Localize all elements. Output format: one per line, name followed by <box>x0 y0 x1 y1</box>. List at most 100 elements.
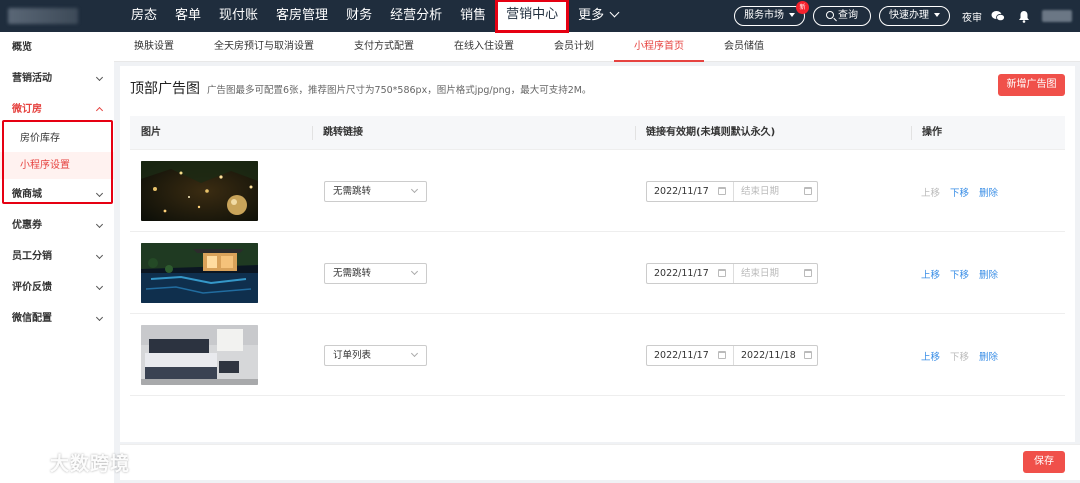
end-date-placeholder: 结束日期 <box>741 186 780 197</box>
link-select[interactable]: 订单列表 <box>324 345 427 366</box>
tab-membership-plan[interactable]: 会员计划 <box>534 32 614 62</box>
end-date-input[interactable]: 结束日期 <box>733 182 819 201</box>
tab-skin-settings[interactable]: 换肤设置 <box>114 32 194 62</box>
service-market-button[interactable]: 服务市场 新 <box>734 1 809 26</box>
sidebar-item-label: 优惠券 <box>12 220 42 231</box>
date-range-picker[interactable]: 2022/11/17 2022/11/18 <box>646 345 818 366</box>
table-row: 无需跳转 2022/11/17 结束日期 上移 下移 删除 <box>130 233 1065 314</box>
sidebar-item-micro-mall[interactable]: 微商城 <box>0 179 114 210</box>
chevron-down-icon <box>95 313 104 322</box>
banner-thumbnail-pool[interactable] <box>141 243 258 303</box>
delete-link[interactable]: 删除 <box>979 185 998 199</box>
move-down-link[interactable]: 下移 <box>950 349 969 363</box>
tab-online-checkin[interactable]: 在线入住设置 <box>434 32 534 62</box>
table-row: 无需跳转 2022/11/17 结束日期 上移 下移 删除 <box>130 151 1065 232</box>
top-nav: 房态 客单 现付账 客房管理 财务 经营分析 销售 营销中心 更多 <box>122 0 627 33</box>
column-divider <box>312 126 313 140</box>
column-header-actions: 操作 <box>922 127 942 138</box>
sidebar-item-marketing-activities[interactable]: 营销活动 <box>0 63 114 94</box>
sidebar-item-micro-booking[interactable]: 微订房 <box>0 94 114 125</box>
move-down-link[interactable]: 下移 <box>950 267 969 281</box>
sidebar-item-coupons[interactable]: 优惠券 <box>0 210 114 241</box>
query-label: 查询 <box>838 10 858 21</box>
caret-down-icon <box>789 13 795 17</box>
topnav-finance[interactable]: 财务 <box>337 0 381 32</box>
tab-booking-cancel-settings[interactable]: 全天房预订与取消设置 <box>194 32 334 62</box>
sidebar-item-label: 微订房 <box>12 104 42 115</box>
sidebar-item-overview[interactable]: 概览 <box>0 32 114 63</box>
sidebar-subitem-miniprogram-settings[interactable]: 小程序设置 <box>0 152 114 179</box>
calendar-icon <box>804 351 812 359</box>
column-divider <box>635 126 636 140</box>
page-title: 顶部广告图 <box>130 81 200 97</box>
topnav-analytics[interactable]: 经营分析 <box>381 0 451 32</box>
topnav-more-label: 更多 <box>578 8 605 23</box>
tab-member-stored-value[interactable]: 会员储值 <box>704 32 784 62</box>
start-date-value: 2022/11/17 <box>654 350 709 361</box>
start-date-value: 2022/11/17 <box>654 268 709 279</box>
move-up-link[interactable]: 上移 <box>921 185 940 199</box>
calendar-icon <box>718 269 726 277</box>
tab-payment-config[interactable]: 支付方式配置 <box>334 32 434 62</box>
end-date-input[interactable]: 2022/11/18 <box>733 346 819 365</box>
chevron-down-icon <box>410 349 419 358</box>
row-actions: 上移 下移 删除 <box>921 267 1008 281</box>
sidebar-subitem-rate-inventory[interactable]: 房价库存 <box>0 125 114 152</box>
end-date-input[interactable]: 结束日期 <box>733 264 819 283</box>
delete-link[interactable]: 删除 <box>979 267 998 281</box>
add-banner-button[interactable]: 新增广告图 <box>998 74 1065 96</box>
topnav-more[interactable]: 更多 <box>569 0 627 32</box>
sidebar-item-label: 营销活动 <box>12 73 52 84</box>
chevron-down-icon <box>95 189 104 198</box>
search-icon <box>826 11 834 19</box>
move-down-link[interactable]: 下移 <box>950 185 969 199</box>
date-range-picker[interactable]: 2022/11/17 结束日期 <box>646 263 818 284</box>
blurred-logo <box>8 8 78 24</box>
save-button[interactable]: 保存 <box>1023 451 1065 473</box>
sidebar-item-wechat-config[interactable]: 微信配置 <box>0 303 114 334</box>
watermark-logo-icon <box>8 452 45 471</box>
tab-miniprogram-home[interactable]: 小程序首页 <box>614 32 704 62</box>
start-date-input[interactable]: 2022/11/17 <box>647 264 733 283</box>
watermark-text: 大数跨境 <box>50 452 131 475</box>
sub-nav-tabs: 换肤设置 全天房预订与取消设置 支付方式配置 在线入住设置 会员计划 小程序首页… <box>114 32 1080 62</box>
start-date-value: 2022/11/17 <box>654 186 709 197</box>
topnav-room-status[interactable]: 房态 <box>122 0 166 32</box>
banner-thumbnail-christmas[interactable] <box>141 161 258 221</box>
topnav-guest-order[interactable]: 客单 <box>166 0 210 32</box>
date-range-picker[interactable]: 2022/11/17 结束日期 <box>646 181 818 202</box>
query-button[interactable]: 查询 <box>813 6 871 26</box>
topnav-sales[interactable]: 销售 <box>451 0 495 32</box>
bell-icon[interactable] <box>1016 8 1032 24</box>
link-select[interactable]: 无需跳转 <box>324 181 427 202</box>
move-up-link[interactable]: 上移 <box>921 267 940 281</box>
chevron-down-icon <box>95 251 104 260</box>
link-select-value: 无需跳转 <box>333 268 372 279</box>
delete-link[interactable]: 删除 <box>979 349 998 363</box>
link-select[interactable]: 无需跳转 <box>324 263 427 284</box>
night-audit-link[interactable]: 夜审 <box>962 9 982 24</box>
column-header-image: 图片 <box>141 127 161 138</box>
wechat-icon[interactable] <box>990 8 1006 24</box>
start-date-input[interactable]: 2022/11/17 <box>647 182 733 201</box>
chevron-down-icon <box>410 267 419 276</box>
move-up-link[interactable]: 上移 <box>921 349 940 363</box>
link-select-value: 订单列表 <box>333 350 372 361</box>
chevron-down-icon <box>95 282 104 291</box>
sidebar-item-reviews[interactable]: 评价反馈 <box>0 272 114 303</box>
calendar-icon <box>718 351 726 359</box>
banner-thumbnail-bedroom[interactable] <box>141 325 258 385</box>
panel-hint: 广告图最多可配置6张，推荐图片尺寸为750*586px，图片格式jpg/png，… <box>207 85 592 96</box>
sidebar-item-staff-distribution[interactable]: 员工分销 <box>0 241 114 272</box>
topnav-housekeeping[interactable]: 客房管理 <box>267 0 337 32</box>
end-date-placeholder: 结束日期 <box>741 268 780 279</box>
quick-action-button[interactable]: 快速办理 <box>879 6 950 26</box>
calendar-icon <box>804 187 812 195</box>
topnav-cash-account[interactable]: 现付账 <box>210 0 267 32</box>
topnav-marketing-center[interactable]: 营销中心 <box>495 0 570 33</box>
calendar-icon <box>718 187 726 195</box>
blurred-username[interactable] <box>1042 10 1072 22</box>
start-date-input[interactable]: 2022/11/17 <box>647 346 733 365</box>
calendar-icon <box>804 269 812 277</box>
chevron-down-icon <box>95 73 104 82</box>
